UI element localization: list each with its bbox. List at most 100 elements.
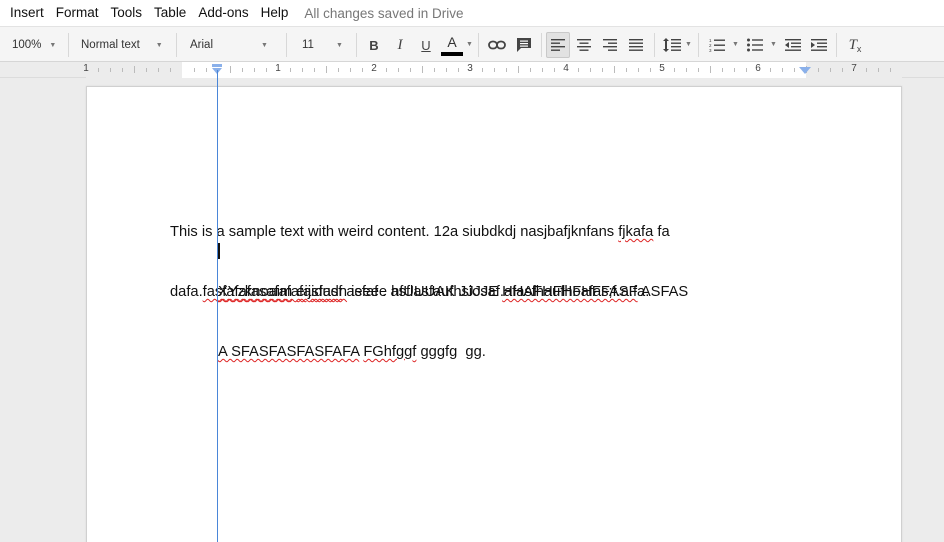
ruler-tick [530,68,531,72]
chevron-down-icon: ▼ [335,41,343,49]
svg-text:3: 3 [709,48,712,52]
ruler-tick [122,68,123,72]
text-line: A SFASFASFASFAFA FGhfggf gggfg gg. [218,342,688,362]
chevron-down-icon[interactable]: ▼ [770,41,777,48]
ruler-tick [878,68,879,72]
clear-formatting-button[interactable]: T x [843,32,867,58]
font-value: Arial [190,39,214,51]
insert-link-button[interactable] [485,32,509,58]
ruler-number: 1 [83,63,89,74]
misspelled-word[interactable]: A SFASFASFASFAFA [218,344,359,360]
ruler-number: 1 [275,63,281,74]
font-size-dropdown[interactable]: 11 ▼ [302,27,343,63]
ruler-tick [698,68,699,72]
misspelled-word[interactable]: XYzknoaim [218,284,292,300]
underline-button[interactable]: U [414,32,438,58]
ruler-tick [590,68,591,72]
indented-paragraph[interactable]: XYzknoaim eijidudn ieeee hfUUUAK JJJJE H… [218,242,688,402]
align-justify-icon [629,39,643,51]
chevron-down-icon[interactable]: ▼ [685,41,692,48]
chevron-down-icon[interactable]: ▼ [732,41,739,48]
decrease-indent-button[interactable] [781,32,805,58]
ruler-tick [866,68,867,72]
comment-icon [517,38,531,52]
misspelled-word[interactable]: fjkafa [618,224,653,240]
justify-button[interactable] [624,32,648,58]
ruler-tick [242,68,243,72]
ruler-tick [614,66,615,73]
numbered-list-icon: 1 2 3 [709,38,725,52]
menu-tools[interactable]: Tools [105,2,149,24]
ruler-number: 6 [755,63,761,74]
bulleted-list-button[interactable] [743,32,767,58]
ruler-tick [710,66,711,73]
align-left-button[interactable] [546,32,570,58]
toolbar-divider [478,33,479,57]
align-right-button[interactable] [598,32,622,58]
numbered-list-button[interactable]: 1 2 3 [705,32,729,58]
misspelled-word[interactable]: eijidudn [296,284,347,300]
toolbar-divider [654,33,655,57]
ruler-tick [386,68,387,72]
ruler-tick [542,68,543,72]
font-size-value: 11 [302,39,314,51]
misspelled-word[interactable]: FGhfggf [363,344,416,360]
toolbar-divider [286,33,287,57]
ruler-tick [446,68,447,72]
underline-icon: U [421,37,431,53]
ruler-tick [830,68,831,72]
increase-indent-button[interactable] [807,32,831,58]
bold-button[interactable]: B [362,32,386,58]
menu-format[interactable]: Format [50,2,105,24]
save-status: All changes saved in Drive [304,5,464,21]
ruler-tick [134,66,135,73]
ruler-tick [158,68,159,72]
line-spacing-icon [663,38,681,52]
ruler-tick [170,68,171,72]
ruler-tick [890,68,891,72]
ruler-tick [314,68,315,72]
menu-insert[interactable]: Insert [4,2,50,24]
bulleted-list-icon [747,38,763,52]
misspelled-word[interactable]: HHAFHFHFHFFASF [502,284,637,300]
ruler-tick [746,68,747,72]
menu-help[interactable]: Help [255,2,295,24]
ruler-tick [362,68,363,72]
font-dropdown[interactable]: Arial ▼ [190,27,268,63]
increase-indent-icon [811,39,827,51]
menu-table[interactable]: Table [148,2,192,24]
ruler-tick [626,68,627,72]
ruler-tick [302,68,303,72]
ruler-track: 1 1 2 3 4 5 6 7 [83,62,902,78]
line-spacing-button[interactable] [660,32,684,58]
ruler-number: 3 [467,63,473,74]
ruler-tick [554,68,555,72]
text-run: This is a sample text with weird content… [170,224,619,240]
document-page[interactable]: This is a sample text with weird content… [86,86,902,542]
toolbar-divider [356,33,357,57]
ruler-number: 7 [851,63,857,74]
menu-addons[interactable]: Add-ons [192,2,254,24]
right-indent-marker-icon[interactable] [799,67,811,76]
italic-button[interactable]: I [388,32,412,58]
ruler-tick [254,68,255,72]
ruler-tick [350,68,351,72]
ruler: 1 1 2 3 4 5 6 7 [0,62,944,78]
align-center-button[interactable] [572,32,596,58]
ruler-tick [398,68,399,72]
text-run: dafa. [170,284,203,300]
chevron-down-icon: ▼ [261,41,268,49]
text-color-button[interactable]: A [440,31,464,59]
style-dropdown[interactable]: Normal text ▼ [81,27,163,63]
ruler-tick [290,68,291,72]
ruler-tick [578,68,579,72]
ruler-number: 5 [659,63,665,74]
ruler-tick [506,68,507,72]
zoom-dropdown[interactable]: 100% ▼ [12,27,56,63]
toolbar-divider [836,33,837,57]
ruler-tick [230,66,231,73]
ruler-tick [686,68,687,72]
chevron-down-icon[interactable]: ▼ [466,41,473,48]
toolbar-divider [68,33,69,57]
insert-comment-button[interactable] [512,32,536,58]
